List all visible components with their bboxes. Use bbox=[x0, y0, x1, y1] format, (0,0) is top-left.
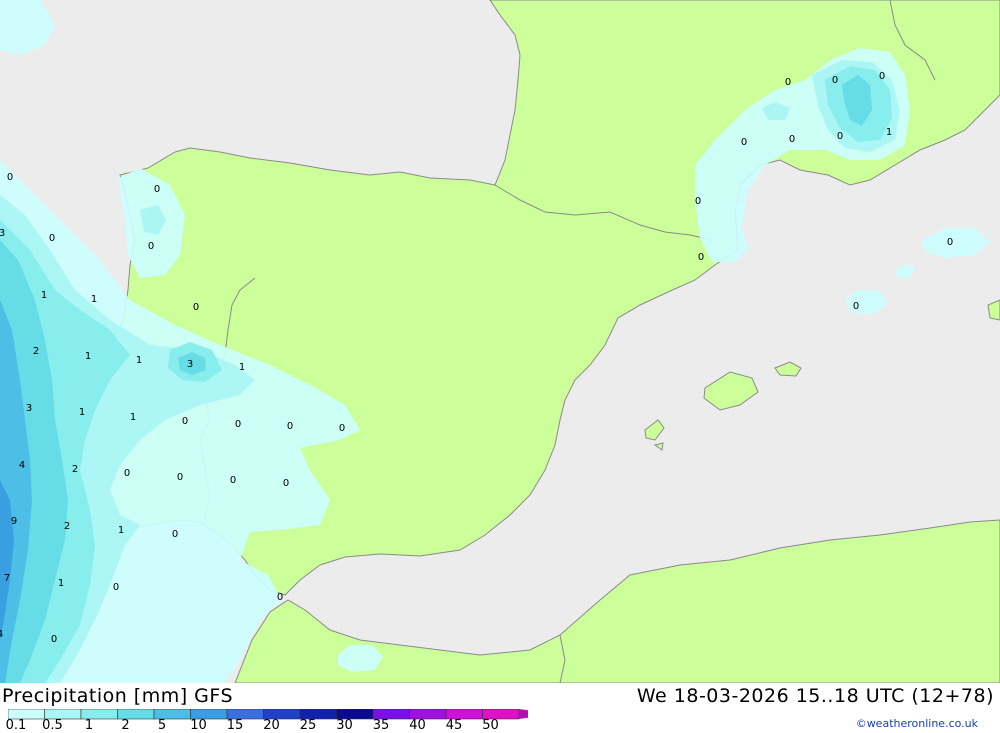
precip-value-label: 0 bbox=[789, 134, 795, 145]
precip-value-label: 0 bbox=[113, 582, 119, 593]
precip-value-label: 1 bbox=[79, 407, 85, 418]
precip-value-label: 3 bbox=[26, 403, 32, 414]
legend-label: 0.5 bbox=[42, 718, 63, 733]
legend-label: 25 bbox=[299, 718, 317, 733]
precip-value-label: 0 bbox=[837, 131, 843, 142]
precip-value-label: 1 bbox=[118, 525, 124, 536]
precip-value-label: 7 bbox=[4, 573, 10, 584]
precip-value-label: 1 bbox=[136, 355, 142, 366]
precipitation-map: 0 0 0 3 0 1 1 0 2 1 1 3 1 3 1 1 0 0 0 0 4 2 0 0 0 0 9 2 1 0 7 1 0 0 4 0 0 0 0 0… bbox=[0, 0, 1000, 683]
legend-label: 35 bbox=[372, 718, 390, 733]
precip-value-label: 1 bbox=[85, 351, 91, 362]
legend-label: 2 bbox=[121, 718, 130, 733]
precip-value-label: 0 bbox=[287, 421, 293, 432]
precip-value-label: 4 bbox=[19, 460, 25, 471]
precip-value-label: 0 bbox=[853, 301, 859, 312]
precip-value-label: 0 bbox=[947, 237, 953, 248]
precip-value-label: 3 bbox=[0, 228, 5, 239]
precip-value-label: 1 bbox=[58, 578, 64, 589]
precip-value-label: 1 bbox=[886, 127, 892, 138]
legend-label: 5 bbox=[157, 718, 167, 733]
precip-value-label: 0 bbox=[698, 252, 704, 263]
legend-label: 0.1 bbox=[5, 718, 27, 733]
map-datetime: We 18-03-2026 15..18 UTC (12+78) bbox=[636, 685, 994, 707]
precip-value-label: 2 bbox=[33, 346, 39, 357]
precip-value-label: 1 bbox=[41, 290, 47, 301]
precip-value-label: 0 bbox=[785, 77, 791, 88]
legend-label: 45 bbox=[445, 718, 463, 733]
precip-value-label: 0 bbox=[277, 592, 283, 603]
precip-value-label: 0 bbox=[741, 137, 747, 148]
precip-value-label: 0 bbox=[193, 302, 199, 313]
legend-label: 40 bbox=[409, 718, 426, 733]
precip-value-label: 1 bbox=[130, 412, 136, 423]
precip-value-label: 0 bbox=[695, 196, 701, 207]
legend-label: 10 bbox=[190, 718, 207, 733]
precip-value-label: 0 bbox=[148, 241, 154, 252]
precip-value-label: 1 bbox=[239, 362, 245, 373]
precip-value-label: 3 bbox=[187, 359, 193, 370]
legend-label: 15 bbox=[226, 718, 244, 733]
legend-label: 20 bbox=[263, 718, 280, 733]
precip-value-label: 4 bbox=[0, 629, 3, 640]
precip-value-label: 0 bbox=[154, 184, 160, 195]
legend-label: 1 bbox=[84, 718, 94, 733]
map-title: Precipitation [mm] GFS bbox=[2, 685, 234, 707]
precip-value-label: 0 bbox=[49, 233, 55, 244]
precip-value-label: 9 bbox=[11, 516, 17, 527]
precip-value-label: 0 bbox=[177, 472, 183, 483]
color-legend: 0.1 0.5 1 2 5 10 15 20 25 30 35 40 45 50 bbox=[6, 708, 555, 733]
precip-value-label: 0 bbox=[879, 71, 885, 82]
legend-label: 30 bbox=[336, 718, 353, 733]
precip-value-label: 0 bbox=[832, 75, 838, 86]
precip-value-label: 0 bbox=[339, 423, 345, 434]
legend-label: 50 bbox=[482, 718, 499, 733]
map-footer: Precipitation [mm] GFS We 18-03-2026 15.… bbox=[0, 683, 1000, 733]
precip-value-label: 0 bbox=[235, 419, 241, 430]
legend-arrow bbox=[519, 709, 555, 719]
precip-value-label: 0 bbox=[230, 475, 236, 486]
precip-value-label: 2 bbox=[64, 521, 70, 532]
precip-value-label: 0 bbox=[172, 529, 178, 540]
precip-value-label: 0 bbox=[182, 416, 188, 427]
precip-value-label: 0 bbox=[124, 468, 130, 479]
precip-value-label: 0 bbox=[283, 478, 289, 489]
precip-value-label: 0 bbox=[51, 634, 57, 645]
credit-link[interactable]: ©weatheronline.co.uk bbox=[856, 717, 978, 730]
precip-value-label: 1 bbox=[91, 294, 97, 305]
precip-value-label: 2 bbox=[72, 464, 78, 475]
precip-value-label: 0 bbox=[7, 172, 13, 183]
